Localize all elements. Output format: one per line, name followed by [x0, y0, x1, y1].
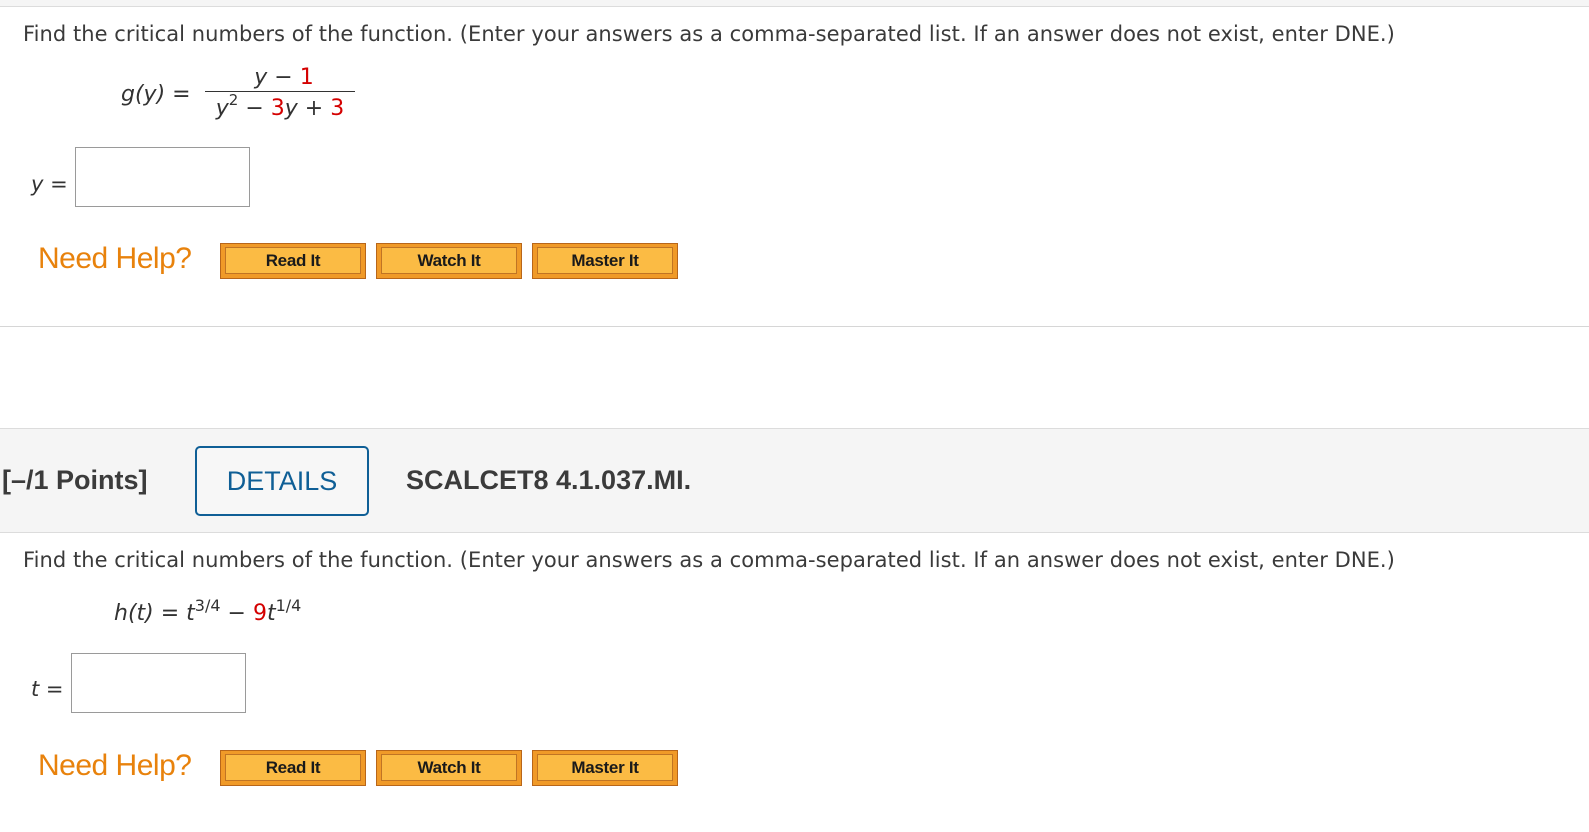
question-code: SCALCET8 4.1.037.MI.	[406, 465, 692, 495]
den-exp: 2	[228, 91, 239, 109]
need-help-label-2: Need Help?	[38, 749, 192, 782]
function-g-lhs: g(y) =	[121, 82, 191, 107]
watch-it-button-2[interactable]: Watch It	[376, 750, 522, 786]
watch-it-button[interactable]: Watch It	[376, 243, 522, 279]
question-2-prompt: Find the critical numbers of the functio…	[23, 548, 1395, 572]
read-it-label: Read It	[225, 247, 361, 274]
fraction-numerator: y − 1	[205, 64, 355, 91]
function-g-label: g(y) =	[121, 82, 191, 107]
answer-y-input[interactable]	[75, 147, 250, 207]
num-op: −	[267, 65, 300, 90]
fraction-denominator: y2 − 3y + 3	[205, 91, 355, 122]
master-it-label-2: Master It	[537, 754, 673, 781]
function-h-lhs: h(t) =	[114, 601, 187, 626]
term2-exp: 1/4	[275, 596, 302, 615]
question-2-header: [–/1 Points] DETAILS SCALCET8 4.1.037.MI…	[0, 428, 1589, 533]
watch-it-label-2: Watch It	[381, 754, 517, 781]
read-it-label-2: Read It	[225, 754, 361, 781]
term1-var: t	[186, 601, 195, 626]
den-coef: 3	[270, 96, 285, 121]
term-op: −	[220, 601, 253, 626]
term2-var: t	[266, 601, 276, 626]
read-it-button[interactable]: Read It	[220, 243, 366, 279]
den-op2: +	[297, 96, 331, 121]
function-h: h(t) = t3/4 − 9t1/4	[114, 596, 301, 626]
question-1-prompt: Find the critical numbers of the functio…	[23, 22, 1395, 46]
den-var2: y	[284, 96, 298, 121]
num-const: 1	[299, 65, 314, 90]
points-label: [–/1 Points]	[2, 465, 148, 495]
den-var: y	[215, 96, 229, 121]
answer-t-label-text: t =	[31, 677, 64, 701]
answer-t-input[interactable]	[71, 653, 246, 713]
master-it-label: Master It	[537, 247, 673, 274]
section-divider	[0, 326, 1589, 327]
watch-it-label: Watch It	[381, 247, 517, 274]
read-it-button-2[interactable]: Read It	[220, 750, 366, 786]
term1-exp: 3/4	[194, 596, 221, 615]
term2-coef: 9	[252, 601, 267, 626]
master-it-button[interactable]: Master It	[532, 243, 678, 279]
den-op1: −	[238, 96, 271, 121]
num-var: y	[254, 65, 268, 90]
den-const: 3	[330, 96, 345, 121]
answer-y-label: y =	[31, 172, 68, 196]
details-button[interactable]: DETAILS	[195, 446, 369, 516]
function-g-fraction: y − 1 y2 − 3y + 3	[205, 64, 355, 122]
master-it-button-2[interactable]: Master It	[532, 750, 678, 786]
top-strip	[0, 0, 1589, 7]
answer-t-label: t =	[31, 677, 64, 701]
answer-y-label-text: y =	[31, 172, 68, 196]
need-help-label: Need Help?	[38, 242, 192, 275]
